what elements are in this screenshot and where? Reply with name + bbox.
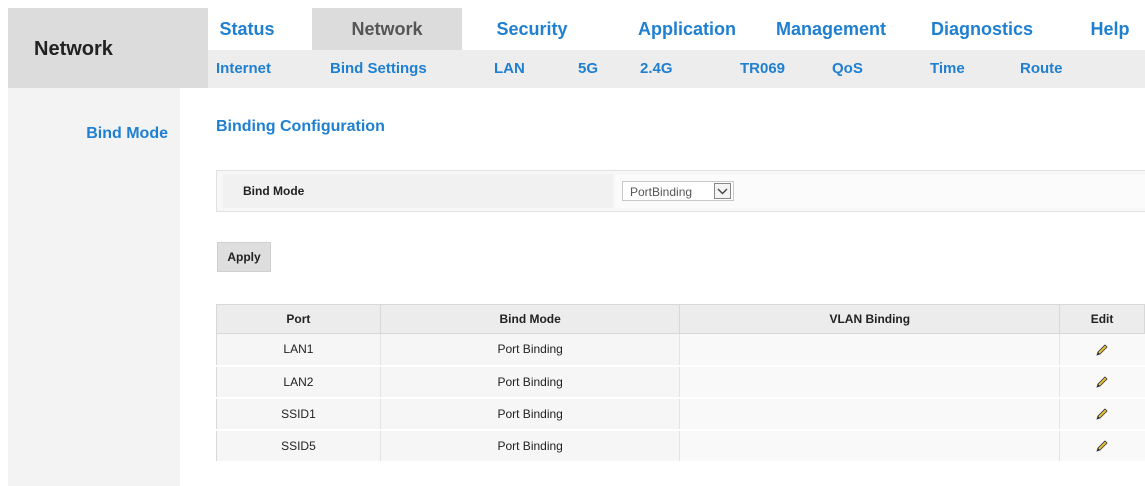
column-header-edit: Edit — [1059, 304, 1145, 334]
subtab-lan[interactable]: LAN — [494, 50, 525, 88]
vlan-binding-cell — [679, 429, 1060, 463]
tab-help[interactable]: Help — [1080, 8, 1140, 50]
tab-status[interactable]: Status — [208, 8, 286, 50]
vlan-binding-cell — [679, 365, 1060, 399]
port-cell: SSID5 — [216, 429, 381, 463]
port-cell: SSID1 — [216, 397, 381, 431]
section-title-text: Network — [34, 38, 113, 60]
bind-mode-cell: Port Binding — [379, 397, 680, 431]
subtab-qos[interactable]: QoS — [832, 50, 863, 88]
bind-mode-label-cell: Bind Mode — [223, 174, 613, 208]
pencil-icon[interactable] — [1095, 439, 1109, 453]
subtab-bind-settings[interactable]: Bind Settings — [330, 50, 427, 88]
subtab-route[interactable]: Route — [1020, 50, 1063, 88]
tab-management[interactable]: Management — [760, 8, 902, 50]
tab-application[interactable]: Application — [620, 8, 754, 50]
table-row: SSID5 Port Binding — [216, 429, 1145, 463]
bind-mode-value-cell: PortBinding — [615, 174, 1145, 208]
chevron-down-icon[interactable] — [714, 183, 731, 199]
table-header-row: Port Bind Mode VLAN Binding Edit — [216, 304, 1145, 334]
main-nav: Status Network Security Application Mana… — [208, 8, 1145, 50]
subtab-2-4g[interactable]: 2.4G — [640, 50, 673, 88]
subtab-5g[interactable]: 5G — [578, 50, 598, 88]
sidebar-item-bind-mode[interactable]: Bind Mode — [86, 125, 168, 143]
column-header-vlan-binding: VLAN Binding — [679, 304, 1061, 334]
column-header-bind-mode: Bind Mode — [379, 304, 681, 334]
port-cell: LAN2 — [216, 365, 381, 399]
edit-cell — [1059, 429, 1145, 463]
edit-cell — [1059, 365, 1145, 399]
bind-mode-cell: Port Binding — [379, 333, 680, 367]
pencil-icon[interactable] — [1095, 407, 1109, 421]
bind-mode-row: Bind Mode PortBinding — [216, 170, 1145, 212]
edit-cell — [1059, 333, 1145, 367]
subtab-internet[interactable]: Internet — [216, 50, 271, 88]
port-cell: LAN1 — [216, 333, 381, 367]
table-row: LAN2 Port Binding — [216, 365, 1145, 399]
page-title: Binding Configuration — [216, 118, 385, 135]
sub-nav: Internet Bind Settings LAN 5G 2.4G TR069… — [208, 50, 1145, 88]
vlan-binding-cell — [679, 397, 1060, 431]
bind-mode-cell: Port Binding — [379, 429, 680, 463]
tab-security[interactable]: Security — [480, 8, 584, 50]
column-header-port: Port — [216, 304, 381, 334]
binding-table: Port Bind Mode VLAN Binding Edit LAN1 Po… — [216, 304, 1145, 463]
tab-diagnostics[interactable]: Diagnostics — [912, 8, 1052, 50]
vlan-binding-cell — [679, 333, 1060, 367]
bind-mode-cell: Port Binding — [379, 365, 680, 399]
subtab-tr069[interactable]: TR069 — [740, 50, 785, 88]
edit-cell — [1059, 397, 1145, 431]
pencil-icon[interactable] — [1095, 375, 1109, 389]
table-row: SSID1 Port Binding — [216, 397, 1145, 431]
bind-mode-label: Bind Mode — [243, 184, 305, 198]
subtab-time[interactable]: Time — [930, 50, 965, 88]
header-section-title: Network — [8, 8, 208, 88]
table-row: LAN1 Port Binding — [216, 333, 1145, 367]
tab-network[interactable]: Network — [312, 8, 462, 50]
pencil-icon[interactable] — [1095, 343, 1109, 357]
bind-mode-select[interactable]: PortBinding — [622, 181, 734, 201]
apply-button[interactable]: Apply — [217, 242, 271, 272]
bind-mode-selected-value: PortBinding — [630, 185, 693, 199]
sidebar: Bind Mode — [8, 88, 180, 486]
